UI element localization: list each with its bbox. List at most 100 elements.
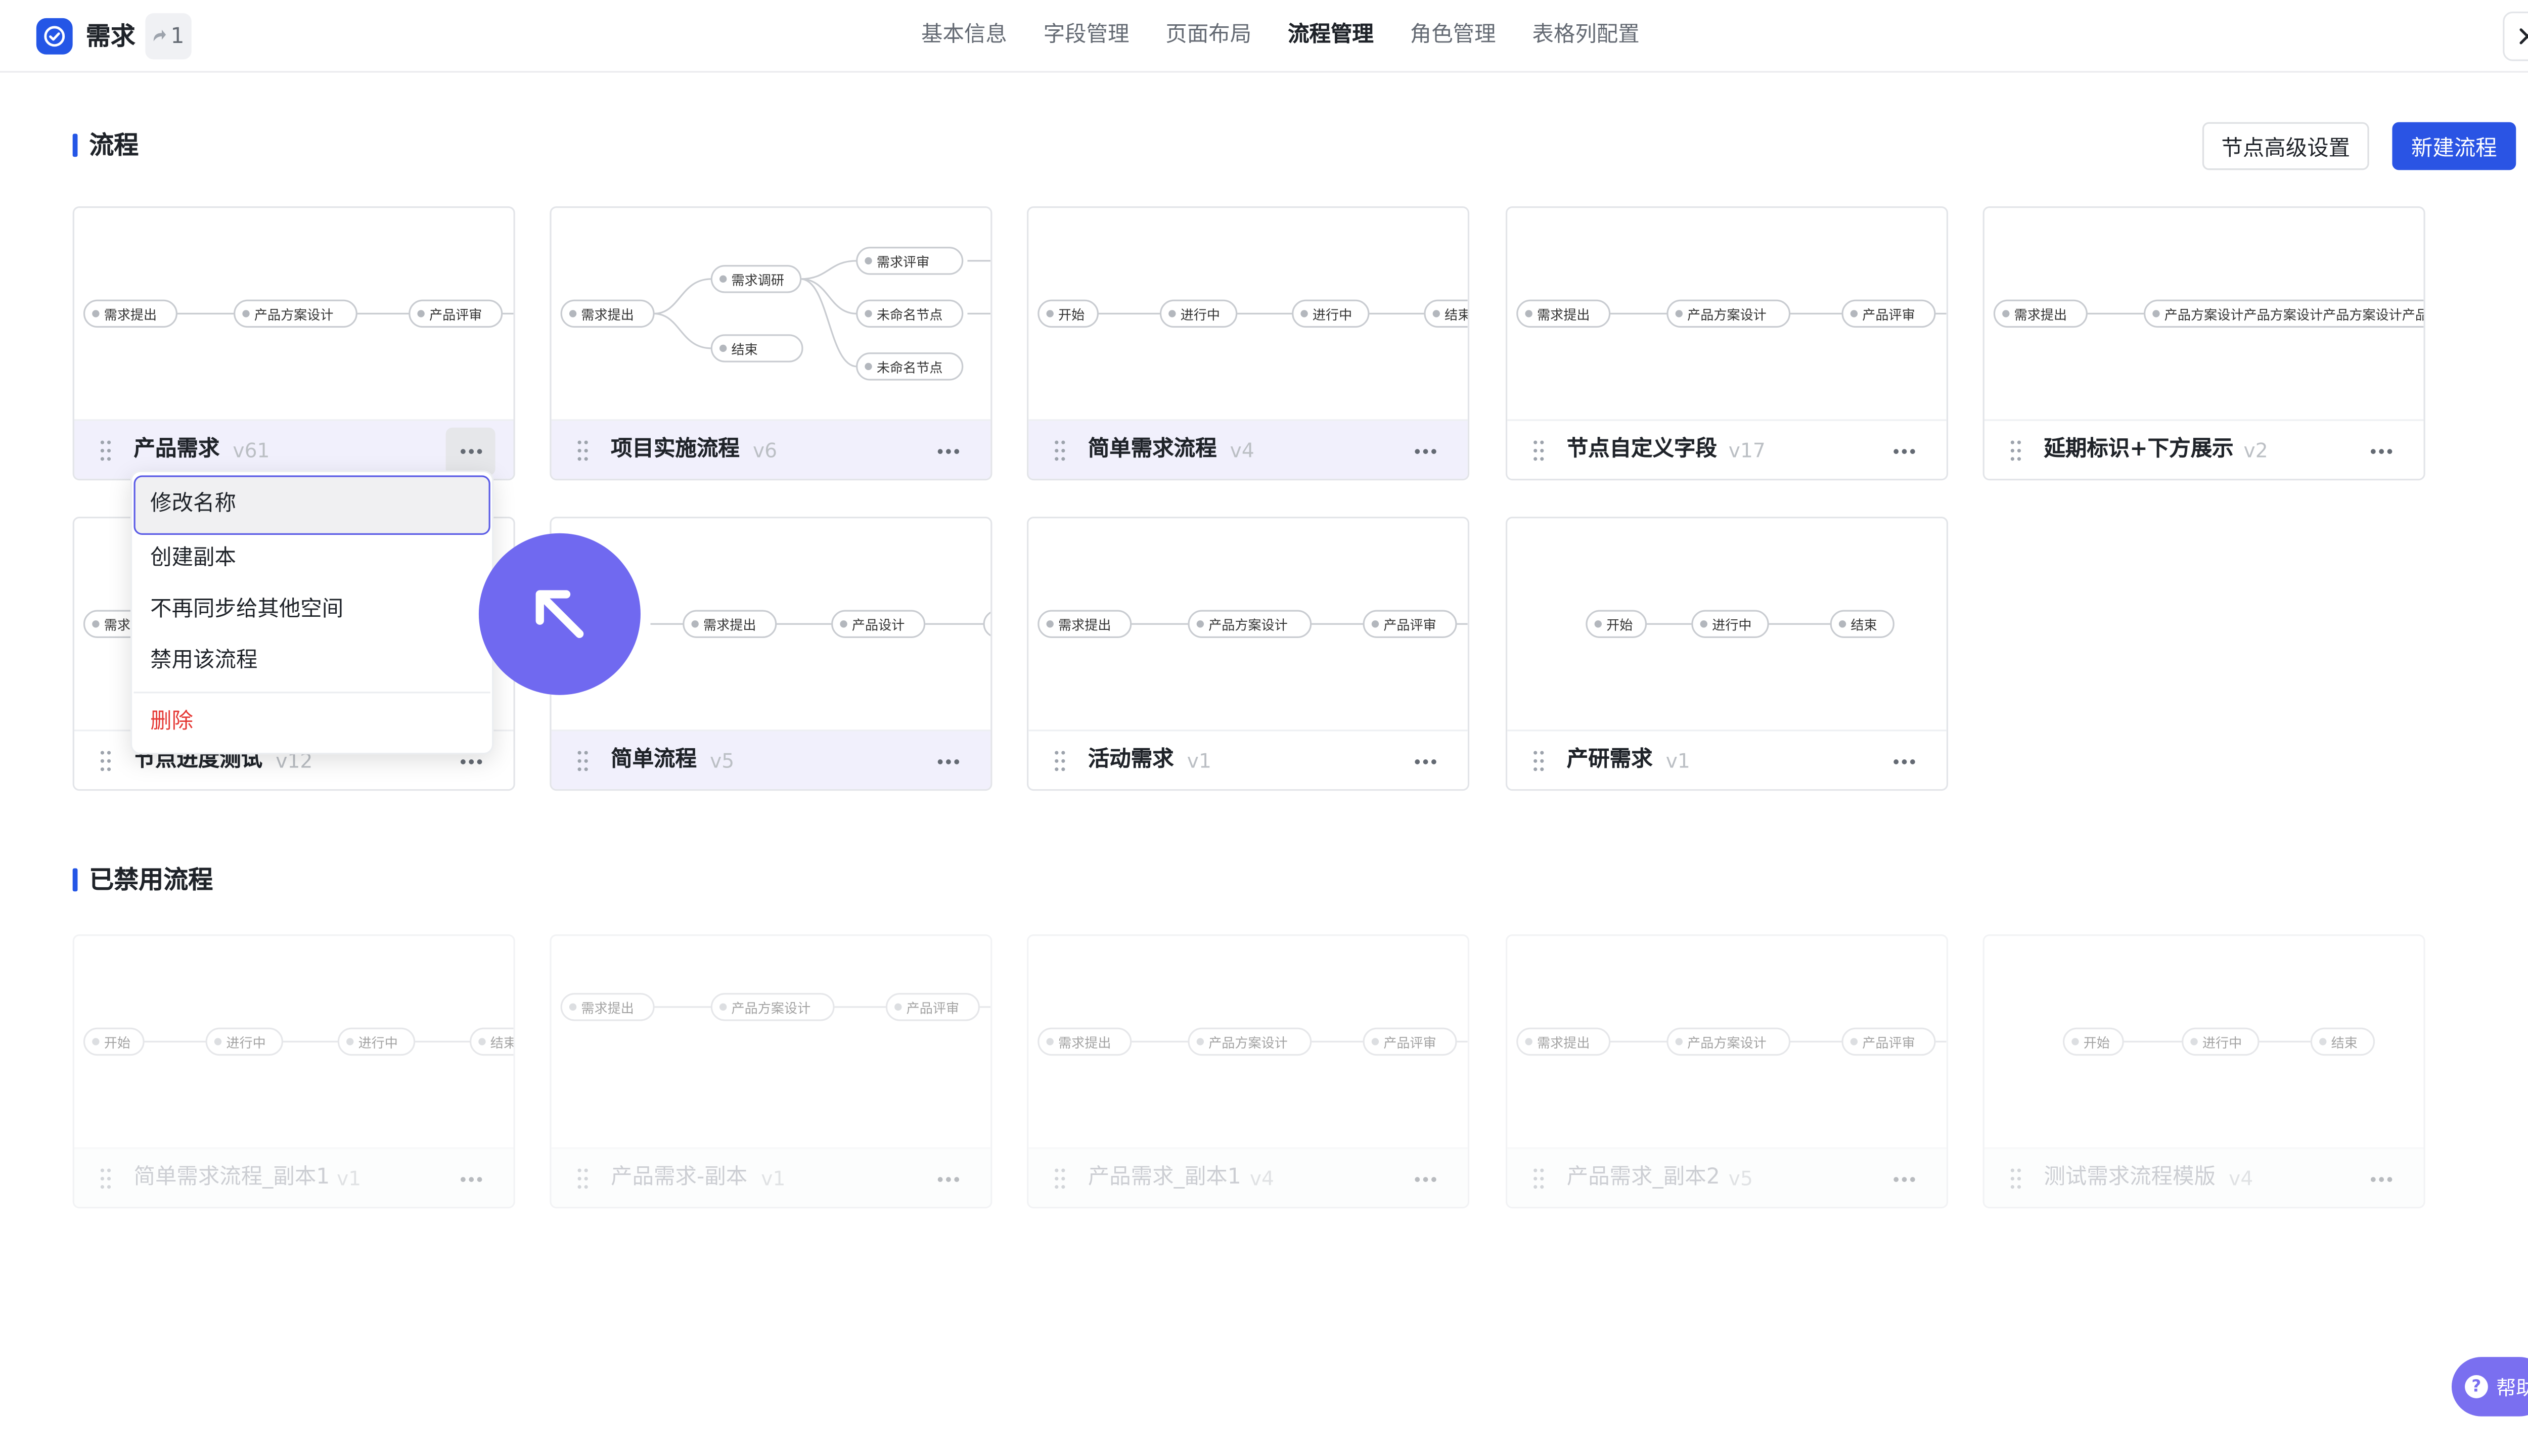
share-count: 1 xyxy=(170,24,185,49)
flow-version: v4 xyxy=(1230,439,1254,463)
disabled-flow-card[interactable]: 开始 进行中 结束 测试需求流程模版 v4 xyxy=(1982,934,2425,1209)
more-options-button[interactable] xyxy=(2356,1156,2406,1204)
help-button[interactable]: ? 帮助 xyxy=(2451,1357,2528,1417)
drag-handle-icon[interactable] xyxy=(576,749,590,772)
flow-preview: 开始 进行中 进行中 结束 xyxy=(74,936,514,1147)
flow-version: v5 xyxy=(710,749,735,773)
flow-node-label: 开始 xyxy=(104,1036,130,1051)
flow-node-label: 产品方案设计 xyxy=(1208,618,1288,633)
share-count-chip[interactable]: 1 xyxy=(145,13,192,60)
flow-card-footer: 节点自定义字段 v17 xyxy=(1507,419,1947,479)
drag-handle-icon[interactable] xyxy=(2009,439,2022,463)
flow-node-label: 产品评审 xyxy=(1383,1036,1436,1051)
help-label: 帮助 xyxy=(2496,1376,2528,1399)
flow-name: 简单需求流程 xyxy=(1088,437,1217,463)
flow-preview: 需求提出 需求调研 结束 需求评审 未命名节点 未命名节点 xyxy=(552,208,991,419)
flow-node-label: 开始 xyxy=(1058,308,1085,323)
app-title: 需求 xyxy=(85,21,136,52)
flow-card[interactable]: 需求提出 产品方案设计 产品评审 活动需求 v1 xyxy=(1027,517,1470,791)
drag-handle-icon[interactable] xyxy=(1053,439,1066,463)
flow-node-label: 进行中 xyxy=(1181,308,1220,323)
drag-handle-icon[interactable] xyxy=(1532,1167,1545,1191)
menu-item-stop-sync[interactable]: 不再同步给其他空间 xyxy=(133,581,490,641)
tab-page-layout[interactable]: 页面布局 xyxy=(1165,0,1251,71)
flow-card-footer: 简单流程 v5 xyxy=(551,730,991,789)
disabled-flow-card[interactable]: 需求提出 产品方案设计 产品评审 产品需求-副本 v1 xyxy=(550,934,992,1209)
more-options-button[interactable] xyxy=(923,428,972,476)
flow-card[interactable]: 开始 进行中 结束 产研需求 v1 xyxy=(1505,517,1949,791)
tab-basic-info[interactable]: 基本信息 xyxy=(921,0,1007,71)
close-button[interactable] xyxy=(2503,11,2528,61)
flow-card-footer: 简单需求流程 v4 xyxy=(1028,419,1468,479)
flow-preview: 开始 进行中 进行中 结束 xyxy=(1028,208,1468,419)
more-options-button[interactable] xyxy=(923,1156,972,1204)
disabled-flow-card[interactable]: 开始 进行中 进行中 结束 简单需求流程_副本1 v1 xyxy=(72,934,515,1209)
drag-handle-icon[interactable] xyxy=(1053,749,1066,772)
flow-preview: 需求提出 产品方案设计 产品评审 xyxy=(1028,936,1468,1147)
disabled-flow-card[interactable]: 需求提出 产品方案设计 产品评审 产品需求_副本2 v5 xyxy=(1505,934,1949,1209)
flow-card-footer: 延期标识+下方展示 v2 xyxy=(1984,419,2424,479)
drag-handle-icon[interactable] xyxy=(576,1167,590,1191)
flow-card[interactable]: 需求提出 需求调研 结束 需求评审 未命名节点 未命名节点 项目实施流程 v6 xyxy=(550,206,992,481)
more-options-button[interactable] xyxy=(1879,428,1928,476)
flow-node-label: 需求提出 xyxy=(1537,1036,1590,1051)
flow-version: v4 xyxy=(2229,1167,2253,1191)
drag-handle-icon[interactable] xyxy=(1532,749,1545,772)
new-flow-button[interactable]: 新建流程 xyxy=(2392,122,2516,170)
flow-card[interactable]: 需求提出 产品方案设计产品方案设计产品方案设计产品方案设计 延期标识+下方展示 … xyxy=(1982,206,2425,481)
more-options-button[interactable] xyxy=(1879,1156,1928,1204)
drag-handle-icon[interactable] xyxy=(2009,1167,2022,1191)
flow-card[interactable]: 需求提出 产品方案设计 产品评审 产品需求 v61 xyxy=(72,206,515,481)
flow-node-label: 需求提出 xyxy=(581,308,634,323)
disabled-flow-card[interactable]: 需求提出 产品方案设计 产品评审 产品需求_副本1 v4 xyxy=(1027,934,1470,1209)
flow-card-footer: 测试需求流程模版 v4 xyxy=(1984,1147,2424,1207)
tab-role-management[interactable]: 角色管理 xyxy=(1410,0,1496,71)
flow-version: v6 xyxy=(752,439,778,463)
flow-name: 活动需求 xyxy=(1088,748,1174,773)
menu-item-delete[interactable]: 删除 xyxy=(133,693,490,753)
question-mark-icon: ? xyxy=(2465,1375,2488,1398)
more-options-button[interactable] xyxy=(446,1156,495,1204)
more-options-button[interactable] xyxy=(1400,428,1450,476)
flow-node-label: 产品评审 xyxy=(907,1001,959,1016)
flow-preview: 需求提出 产品方案设计 产品评审 xyxy=(1028,518,1468,730)
drag-handle-icon[interactable] xyxy=(1532,439,1545,463)
flow-card[interactable]: 开始 进行中 进行中 结束 简单需求流程 v4 xyxy=(1027,206,1470,481)
flow-card[interactable]: 需求提出 产品方案设计 产品评审 节点自定义字段 v17 xyxy=(1505,206,1949,481)
flow-node-label: 进行中 xyxy=(358,1036,398,1051)
flow-name: 延期标识+下方展示 xyxy=(2044,437,2234,463)
tab-flow-management[interactable]: 流程管理 xyxy=(1288,0,1374,71)
more-options-button[interactable] xyxy=(2356,428,2406,476)
drag-handle-icon[interactable] xyxy=(99,439,112,463)
flow-version: v61 xyxy=(233,439,270,463)
flow-name: 产研需求 xyxy=(1566,748,1653,773)
share-arrow-icon xyxy=(153,24,167,49)
drag-handle-icon[interactable] xyxy=(99,749,112,772)
flow-node-label: 产品设计 xyxy=(852,618,905,633)
more-options-button[interactable] xyxy=(1400,1156,1450,1204)
tab-field-management[interactable]: 字段管理 xyxy=(1044,0,1130,71)
more-options-button[interactable] xyxy=(445,427,495,476)
drag-handle-icon[interactable] xyxy=(1053,1167,1066,1191)
flow-node-label: 产品评审 xyxy=(429,308,482,323)
flow-node-label: 结束 xyxy=(490,1036,514,1051)
tab-table-column-config[interactable]: 表格列配置 xyxy=(1532,0,1639,71)
menu-item-rename[interactable]: 修改名称 xyxy=(133,475,490,535)
flow-card-footer: 产品需求_副本1 v4 xyxy=(1028,1147,1468,1207)
menu-item-disable[interactable]: 禁用该流程 xyxy=(133,632,490,692)
top-bar: 需求 1 基本信息 字段管理 页面布局 流程管理 角色管理 表格列配置 xyxy=(0,0,2528,73)
drag-handle-icon[interactable] xyxy=(576,439,590,463)
flow-node-label: 需求提出 xyxy=(104,308,157,323)
menu-item-duplicate[interactable]: 创建副本 xyxy=(133,530,490,589)
flow-name: 简单流程 xyxy=(611,748,697,773)
flow-node-label: 结束 xyxy=(1850,618,1877,633)
check-circle-icon xyxy=(36,18,73,55)
more-options-button[interactable] xyxy=(1879,738,1928,786)
flow-preview: 开始 进行中 结束 xyxy=(1507,518,1947,730)
more-options-button[interactable] xyxy=(1400,738,1450,786)
more-options-button[interactable] xyxy=(923,738,972,786)
flow-node-label: 进行中 xyxy=(2202,1036,2242,1051)
drag-handle-icon[interactable] xyxy=(99,1167,112,1191)
node-advanced-settings-button[interactable]: 节点高级设置 xyxy=(2202,122,2369,170)
flow-version: v17 xyxy=(1728,439,1766,463)
